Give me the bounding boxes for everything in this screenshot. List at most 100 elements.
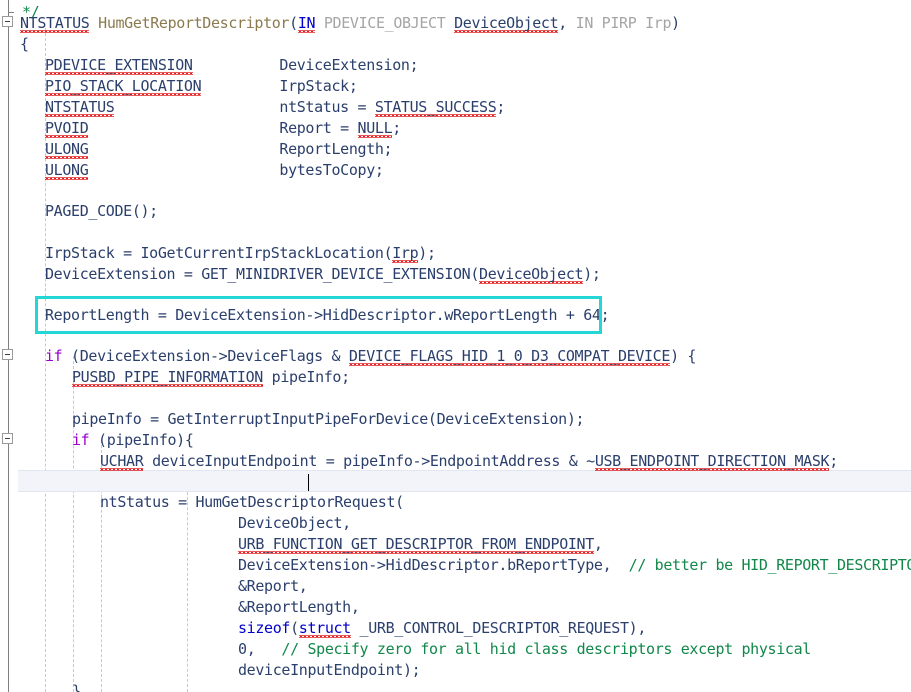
spellchecked-token: ULONG xyxy=(45,140,89,158)
code-token: ( xyxy=(62,347,80,365)
code-token: ), xyxy=(628,619,647,637)
code-token: ; xyxy=(829,452,838,470)
code-line[interactable]: ReportLength = DeviceExtension->HidDescr… xyxy=(0,305,610,326)
code-token: DeviceExtension->DeviceFlags & xyxy=(79,347,349,365)
code-token: IrpStack; xyxy=(279,77,358,95)
spellchecked-token: DeviceObject xyxy=(454,14,559,32)
spellchecked-token: DeviceObject xyxy=(479,265,584,283)
code-line[interactable]: URB_FUNCTION_GET_DESCRIPTOR_FROM_ENDPOIN… xyxy=(0,534,603,555)
code-token: ; xyxy=(600,306,610,324)
code-line[interactable]: PAGED_CODE(); xyxy=(0,201,158,222)
code-line[interactable] xyxy=(0,181,54,202)
code-line[interactable]: } xyxy=(0,681,81,692)
code-line[interactable]: &Report, xyxy=(0,576,308,597)
code-token: ReportLength; xyxy=(279,140,393,158)
code-line[interactable]: PUSBD_PIPE_INFORMATION pipeInfo; xyxy=(0,367,350,388)
code-token: IN PIRP Irp xyxy=(575,14,672,32)
code-token: DeviceExtension; xyxy=(279,56,419,74)
code-token: ( xyxy=(290,619,299,637)
code-token: &ReportLength, xyxy=(238,598,360,616)
spellchecked-token: URB_FUNCTION_GET_DESCRIPTOR_FROM_ENDPOIN… xyxy=(238,535,594,553)
code-line[interactable] xyxy=(0,222,54,243)
code-token: 64 xyxy=(583,306,601,324)
code-line[interactable]: pipeInfo = GetInterruptInputPipeForDevic… xyxy=(0,409,585,430)
code-token: ; xyxy=(392,119,401,137)
spellchecked-token: PUSBD_PIPE_INFORMATION xyxy=(72,368,263,386)
code-line[interactable]: &ReportLength, xyxy=(0,597,360,618)
code-line[interactable]: ntStatus = HumGetDescriptorRequest( xyxy=(0,492,404,513)
code-line[interactable]: DeviceObject, xyxy=(0,513,351,534)
code-line[interactable]: NTSTATUS HumGetReportDescriptor(IN PDEVI… xyxy=(0,13,680,34)
code-line[interactable]: if (DeviceExtension->DeviceFlags & DEVIC… xyxy=(0,346,696,367)
code-line[interactable]: sizeof(struct _URB_CONTROL_DESCRIPTOR_RE… xyxy=(0,618,646,639)
code-token: , xyxy=(558,14,576,32)
code-token: HumGetReportDescriptor xyxy=(89,14,290,32)
code-line[interactable]: PIO_STACK_LOCATION IrpStack; xyxy=(0,76,358,97)
code-text-layer[interactable]: */NTSTATUS HumGetReportDescriptor(IN PDE… xyxy=(0,0,911,692)
code-token: PAGED_CODE xyxy=(45,202,132,220)
code-token: 0 xyxy=(238,640,247,658)
spellchecked-token: DEVICE_FLAGS_HID_1_0_D3_COMPAT_DEVICE xyxy=(348,347,671,365)
code-line[interactable] xyxy=(0,325,54,346)
code-line[interactable]: { xyxy=(0,34,29,55)
code-line[interactable]: if (pipeInfo){ xyxy=(0,430,194,451)
code-token: ( xyxy=(470,265,480,283)
code-token: deviceInputEndpoint = pipeInfo->Endpoint… xyxy=(143,452,595,470)
code-line[interactable] xyxy=(0,388,81,409)
code-token: DeviceExtension = GET_MINIDRIVER_DEVICE_… xyxy=(45,265,471,283)
code-line[interactable]: PDEVICE_EXTENSION DeviceExtension; xyxy=(0,55,419,76)
code-line[interactable]: ULONG bytesToCopy; xyxy=(0,160,384,181)
spellchecked-token: PVOID xyxy=(45,119,89,137)
code-line[interactable] xyxy=(0,472,109,493)
code-token: ( xyxy=(427,410,437,428)
code-line[interactable]: ULONG ReportLength; xyxy=(0,139,393,160)
code-line[interactable]: NTSTATUS ntStatus = STATUS_SUCCESS; xyxy=(0,97,505,118)
code-token: (); xyxy=(131,202,158,220)
code-token: ( xyxy=(395,493,404,511)
code-token: if xyxy=(45,347,63,365)
code-token: PDEVICE_OBJECT xyxy=(315,14,455,32)
spellchecked-token: struct xyxy=(298,619,351,637)
spellchecked-token: NULL xyxy=(357,119,393,137)
code-line[interactable]: DeviceExtension->HidDescriptor.bReportTy… xyxy=(0,555,911,576)
comment-token: // better be HID_REPORT_DESCRIPTOR xyxy=(628,556,911,574)
code-token: DeviceObject, xyxy=(238,514,351,532)
code-token: ; xyxy=(496,98,506,116)
comment-token: // Specify zero for all hid class descri… xyxy=(281,640,811,658)
code-token: ( xyxy=(383,244,393,262)
code-token: ( xyxy=(289,14,298,32)
code-token: ) xyxy=(671,14,680,32)
spellchecked-token: NTSTATUS xyxy=(45,98,115,116)
code-editor[interactable]: */NTSTATUS HumGetReportDescriptor(IN PDE… xyxy=(0,0,911,692)
code-token: ); xyxy=(402,661,421,679)
code-token: ReportLength = DeviceExtension->HidDescr… xyxy=(45,306,584,324)
code-token: IrpStack = IoGetCurrentIrpStackLocation xyxy=(45,244,384,262)
code-line[interactable]: PVOID Report = NULL; xyxy=(0,118,401,139)
spellchecked-token: PIO_STACK_LOCATION xyxy=(45,77,202,95)
code-token: deviceInputEndpoint xyxy=(238,661,403,679)
spellchecked-token: ULONG xyxy=(45,161,89,179)
spellchecked-token: STATUS_SUCCESS xyxy=(374,98,497,116)
code-token: , xyxy=(246,640,282,658)
code-token: ) { xyxy=(670,347,697,365)
code-line[interactable]: IrpStack = IoGetCurrentIrpStackLocation(… xyxy=(0,243,436,264)
code-token: ); xyxy=(583,265,601,283)
code-token: } xyxy=(72,682,81,692)
code-token: { xyxy=(20,35,29,53)
code-token: ntStatus = xyxy=(279,98,375,116)
code-line[interactable]: UCHAR deviceInputEndpoint = pipeInfo->En… xyxy=(0,451,838,472)
spellchecked-token: UCHAR xyxy=(100,452,144,470)
code-token: pipeInfo; xyxy=(262,368,350,386)
code-line[interactable]: 0, // Specify zero for all hid class des… xyxy=(0,639,811,660)
code-token: Report = xyxy=(279,119,358,137)
spellchecked-token: Irp xyxy=(392,244,419,262)
text-caret xyxy=(308,474,310,491)
code-line[interactable]: deviceInputEndpoint); xyxy=(0,660,421,681)
code-line[interactable]: DeviceExtension = GET_MINIDRIVER_DEVICE_… xyxy=(0,264,601,285)
